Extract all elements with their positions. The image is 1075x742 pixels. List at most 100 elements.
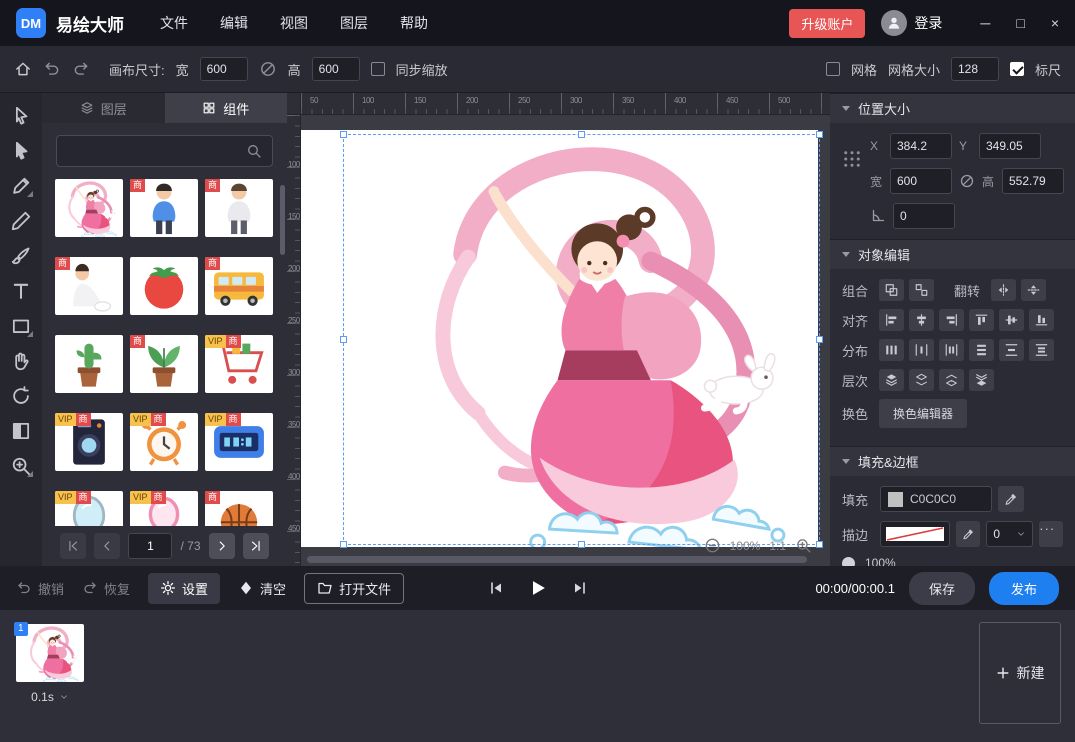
frame-duration-select[interactable]: 0.1s: [16, 690, 84, 704]
component-man-white-shirt[interactable]: 商: [205, 179, 273, 237]
prev-frame-button[interactable]: [488, 580, 504, 596]
prev-page-button[interactable]: [94, 533, 120, 559]
distribute-vertical-center-button[interactable]: [999, 339, 1024, 361]
home-icon[interactable]: [14, 60, 32, 78]
bring-forward-button[interactable]: [909, 369, 934, 391]
align-middle-vertical-button[interactable]: [999, 309, 1024, 331]
stroke-more-button[interactable]: ···: [1039, 521, 1063, 547]
stroke-color-control[interactable]: [880, 521, 950, 547]
stroke-width-select[interactable]: 0: [986, 521, 1033, 547]
distribute-horizontal-space-button[interactable]: [939, 339, 964, 361]
section-fill-stroke[interactable]: 填充&边框: [830, 446, 1075, 476]
component-man-blue-shirt[interactable]: 商: [130, 179, 198, 237]
search-input[interactable]: [67, 144, 246, 159]
ungroup-button[interactable]: [909, 279, 934, 301]
zoom-out-icon[interactable]: [704, 537, 721, 554]
page-input[interactable]: [128, 533, 172, 559]
canvas-width-input[interactable]: [200, 57, 248, 81]
fairy-illustration[interactable]: [301, 130, 818, 547]
height-input[interactable]: [1002, 168, 1064, 194]
pen-tool[interactable]: [10, 175, 32, 197]
component-mirror[interactable]: VIP商: [55, 491, 123, 526]
undo-icon[interactable]: [43, 60, 61, 78]
transform-origin-grid-icon[interactable]: [842, 149, 862, 169]
component-school-bus[interactable]: 商: [205, 257, 273, 315]
menu-view[interactable]: 视图: [280, 13, 308, 33]
last-page-button[interactable]: [243, 533, 269, 559]
canvas[interactable]: [301, 130, 818, 547]
frame-thumbnail-1[interactable]: 1: [16, 624, 84, 682]
rotate-tool[interactable]: [10, 385, 32, 407]
open-file-button[interactable]: 打开文件: [304, 573, 404, 604]
brush-tool[interactable]: [10, 245, 32, 267]
component-shopping-cart[interactable]: VIP商: [205, 335, 273, 393]
fill-eyedropper-button[interactable]: [998, 486, 1024, 512]
align-right-button[interactable]: [939, 309, 964, 331]
lock-ratio-icon[interactable]: [959, 173, 975, 189]
grid-checkbox[interactable]: [826, 62, 840, 76]
component-cactus[interactable]: [55, 335, 123, 393]
component-vanity-mirror[interactable]: VIP商: [130, 491, 198, 526]
minimize-button[interactable]: ─: [980, 15, 990, 31]
zoom-ratio[interactable]: 1:1: [769, 539, 786, 553]
component-tomato[interactable]: [130, 257, 198, 315]
shape-tool[interactable]: [10, 315, 32, 337]
rotation-input[interactable]: [893, 203, 955, 229]
distribute-vertical-space-button[interactable]: [1029, 339, 1054, 361]
flip-horizontal-button[interactable]: [991, 279, 1016, 301]
redo-button[interactable]: 恢复: [82, 579, 130, 598]
width-input[interactable]: [890, 168, 952, 194]
component-alarm-clock[interactable]: VIP商: [130, 413, 198, 471]
bring-to-front-button[interactable]: [879, 369, 904, 391]
send-to-back-button[interactable]: [969, 369, 994, 391]
section-object-edit[interactable]: 对象编辑: [830, 239, 1075, 269]
publish-button[interactable]: 发布: [989, 572, 1059, 605]
flip-vertical-button[interactable]: [1021, 279, 1046, 301]
menu-file[interactable]: 文件: [160, 13, 188, 33]
align-left-button[interactable]: [879, 309, 904, 331]
distribute-horizontal-center-button[interactable]: [909, 339, 934, 361]
hand-tool[interactable]: [10, 350, 32, 372]
close-button[interactable]: ×: [1051, 15, 1059, 31]
component-basketball[interactable]: 商: [205, 491, 273, 526]
login-button[interactable]: 登录: [881, 10, 942, 36]
play-button[interactable]: [528, 578, 548, 598]
send-backward-button[interactable]: [939, 369, 964, 391]
zoom-in-icon[interactable]: [795, 537, 812, 554]
link-dimensions-icon[interactable]: [259, 60, 277, 78]
align-bottom-button[interactable]: [1029, 309, 1054, 331]
clear-button[interactable]: 清空: [238, 579, 286, 598]
component-fairy-dancer[interactable]: [55, 179, 123, 237]
undo-button[interactable]: 撤销: [16, 579, 64, 598]
select-tool[interactable]: [10, 105, 32, 127]
component-digital-clock[interactable]: VIP商: [205, 413, 273, 471]
distribute-vertical-button[interactable]: [969, 339, 994, 361]
sync-zoom-checkbox[interactable]: [371, 62, 385, 76]
opacity-knob[interactable]: [842, 557, 855, 567]
zoom-tool[interactable]: [10, 455, 32, 477]
component-potted-plant[interactable]: 商: [130, 335, 198, 393]
component-kneeling-woman[interactable]: 商: [55, 257, 123, 315]
maximize-button[interactable]: □: [1016, 15, 1024, 31]
redo-icon[interactable]: [72, 60, 90, 78]
grid-size-input[interactable]: [951, 57, 999, 81]
component-washing-machine[interactable]: VIP商: [55, 413, 123, 471]
stroke-eyedropper-button[interactable]: [956, 521, 981, 547]
node-select-tool[interactable]: [10, 140, 32, 162]
menu-layer[interactable]: 图层: [340, 13, 368, 33]
menu-help[interactable]: 帮助: [400, 13, 428, 33]
canvas-horizontal-scrollbar[interactable]: [307, 556, 807, 563]
tab-components[interactable]: 组件: [165, 93, 288, 123]
search-icon[interactable]: [246, 143, 262, 159]
distribute-horizontal-button[interactable]: [879, 339, 904, 361]
first-page-button[interactable]: [60, 533, 86, 559]
align-top-button[interactable]: [969, 309, 994, 331]
new-frame-button[interactable]: 新建: [979, 622, 1061, 724]
next-frame-button[interactable]: [572, 580, 588, 596]
save-button[interactable]: 保存: [909, 572, 975, 605]
gradient-tool[interactable]: [10, 420, 32, 442]
align-center-horizontal-button[interactable]: [909, 309, 934, 331]
upgrade-account-button[interactable]: 升级账户: [789, 9, 865, 38]
next-page-button[interactable]: [209, 533, 235, 559]
recolor-editor-button[interactable]: 换色编辑器: [879, 399, 967, 428]
